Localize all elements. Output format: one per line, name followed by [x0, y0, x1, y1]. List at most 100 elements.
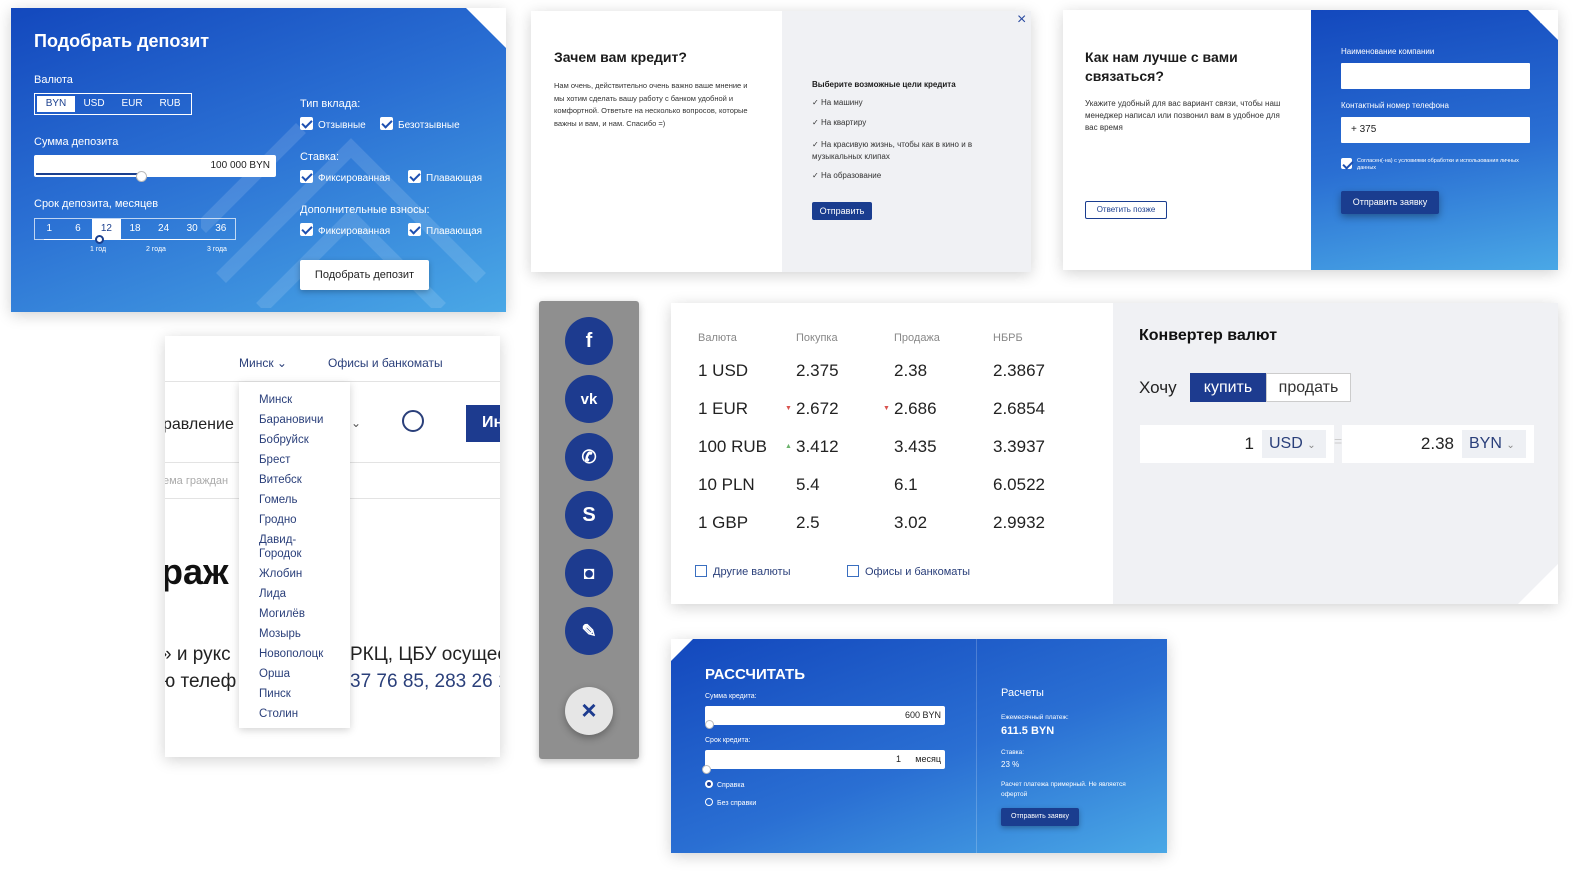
currency-byn[interactable]: BYN [37, 96, 75, 112]
contact-submit-button[interactable]: Отправить заявку [1341, 191, 1439, 214]
amount-handle[interactable] [136, 171, 147, 182]
checkbox-icon[interactable] [408, 223, 421, 236]
radio-without-cert[interactable]: Без справки [705, 798, 756, 807]
city-option[interactable]: Брест [239, 450, 329, 470]
offices-link[interactable]: Офисы и банкоматы [328, 356, 443, 370]
extra-option-1[interactable]: Фиксированная [300, 223, 390, 237]
currency-usd[interactable]: USD [75, 96, 113, 112]
city-option[interactable]: Могилёв [239, 604, 329, 624]
rate-option-1[interactable]: Фиксированная [300, 170, 390, 184]
city-option[interactable]: Орша [239, 664, 329, 684]
checkbox-icon[interactable] [380, 117, 393, 130]
city-option[interactable]: Пинск [239, 684, 329, 704]
term-6[interactable]: 6 [64, 219, 93, 239]
consent-checkbox[interactable]: Согласен(-на) с условиями обработки и ис… [1341, 158, 1536, 172]
currency-eur[interactable]: EUR [113, 96, 151, 112]
amount-slider[interactable]: 100 000 BYN [34, 155, 276, 182]
to-amount: 2.38 [1420, 434, 1454, 453]
calc-submit-button[interactable]: Отправить заявку [1001, 808, 1079, 826]
close-icon[interactable]: × [1539, 12, 1548, 30]
city-option[interactable]: Мозырь [239, 624, 329, 644]
close-icon[interactable]: × [1017, 11, 1026, 29]
term-1[interactable]: 1 [35, 219, 64, 239]
city-option[interactable]: Гродно [239, 510, 329, 530]
term-30[interactable]: 30 [178, 219, 207, 239]
term-36[interactable]: 36 [206, 219, 235, 239]
city-option[interactable]: Бобруйск [239, 430, 329, 450]
chat-icon[interactable]: ✎ [565, 607, 613, 655]
radio-checked-icon[interactable] [705, 780, 713, 788]
rate-option-2[interactable]: Плавающая [408, 170, 482, 184]
city-option[interactable]: Минск [239, 390, 329, 410]
company-input[interactable] [1341, 63, 1530, 89]
rate-option-1-label: Фиксированная [318, 173, 391, 184]
goal-option-2[interactable]: ✓ На квартиру [812, 118, 866, 127]
bg-breadcrumb: ема граждан [165, 475, 229, 487]
city-option[interactable]: Новополоцк [239, 644, 329, 664]
find-deposit-button[interactable]: Подобрать депозит [300, 260, 429, 290]
buy-toggle[interactable]: купить [1190, 373, 1266, 402]
term-value: 1 [895, 754, 901, 764]
type-option-1[interactable]: Отзывные [300, 117, 366, 131]
check-icon[interactable]: ✓ [812, 98, 821, 107]
term-24[interactable]: 24 [149, 219, 178, 239]
answer-later-button[interactable]: Ответить позже [1085, 201, 1167, 219]
to-input[interactable]: 2.38 BYN ⌄ [1342, 425, 1534, 463]
checkbox-icon[interactable] [300, 117, 313, 130]
city-option[interactable]: Лида [239, 584, 329, 604]
rate-cell-buy: 2.5 [796, 513, 820, 532]
phone-input[interactable]: + 375 [1341, 117, 1530, 143]
checkbox-icon[interactable] [300, 223, 313, 236]
to-currency-select[interactable]: BYN ⌄ [1462, 430, 1526, 458]
from-input[interactable]: 1 USD ⌄ [1140, 425, 1334, 463]
term-18[interactable]: 18 [121, 219, 150, 239]
city-option[interactable]: Гомель [239, 490, 329, 510]
radio-icon[interactable] [705, 798, 713, 806]
search-icon[interactable] [402, 410, 424, 432]
vk-icon[interactable]: vk [565, 375, 613, 423]
skype-icon[interactable]: S [565, 491, 613, 539]
bg-button[interactable]: Ин [466, 405, 500, 442]
city-option[interactable]: Барановичи [239, 410, 329, 430]
type-option-2[interactable]: Безотзывные [380, 117, 460, 131]
goal-option-1[interactable]: ✓ На машину [812, 98, 863, 107]
instagram-icon[interactable]: ◘ [565, 549, 613, 597]
goal-option-3[interactable]: ✓ На красивую жизнь, чтобы как в кино и … [812, 139, 1012, 163]
from-currency-value: USD [1269, 435, 1303, 452]
other-currencies-link[interactable]: Другие валюты [695, 565, 790, 578]
currency-rub[interactable]: RUB [151, 96, 189, 112]
checkbox-icon[interactable] [1341, 158, 1352, 169]
goals-title: Выберите возможные цели кредита [812, 80, 956, 89]
radio-with-cert[interactable]: Справка [705, 780, 744, 789]
city-option[interactable]: Витебск [239, 470, 329, 490]
checkbox-icon[interactable] [408, 170, 421, 183]
term-handle[interactable] [95, 235, 104, 244]
term-slider[interactable]: 1 месяц [702, 750, 945, 774]
rate-cell-buy: 2.375 [796, 361, 839, 380]
facebook-icon[interactable]: f [565, 317, 613, 365]
from-currency-select[interactable]: USD ⌄ [1262, 430, 1326, 458]
type-option-2-label: Безотзывные [398, 120, 460, 131]
credit-submit-button[interactable]: Отправить [812, 202, 872, 220]
check-icon[interactable]: ✓ [812, 171, 821, 180]
term-handle[interactable] [702, 765, 711, 774]
sell-toggle[interactable]: продать [1266, 373, 1351, 402]
city-option[interactable]: Давид-Городок [239, 530, 329, 564]
goal-option-4[interactable]: ✓ На образование [812, 171, 881, 180]
viber-icon[interactable]: ✆ [565, 433, 613, 481]
rate-cell-sell: 3.435 [894, 437, 937, 456]
check-icon[interactable]: ✓ [812, 140, 821, 149]
goal-label: На квартиру [820, 118, 867, 127]
check-icon[interactable]: ✓ [812, 118, 821, 127]
sum-slider[interactable]: 600 BYN [705, 706, 945, 729]
checkbox-icon[interactable] [300, 170, 313, 183]
close-icon[interactable]: × [565, 687, 613, 735]
offices-link[interactable]: Офисы и банкоматы [847, 565, 970, 578]
city-option[interactable]: Жлобин [239, 564, 329, 584]
sum-handle[interactable] [705, 720, 714, 729]
rate-cell-cur: 10 PLN [698, 475, 755, 494]
extra-option-1-label: Фиксированная [318, 226, 391, 237]
extra-option-2[interactable]: Плавающая [408, 223, 482, 237]
city-select[interactable]: Минск ⌄ [239, 356, 287, 370]
city-option[interactable]: Столин [239, 704, 329, 724]
